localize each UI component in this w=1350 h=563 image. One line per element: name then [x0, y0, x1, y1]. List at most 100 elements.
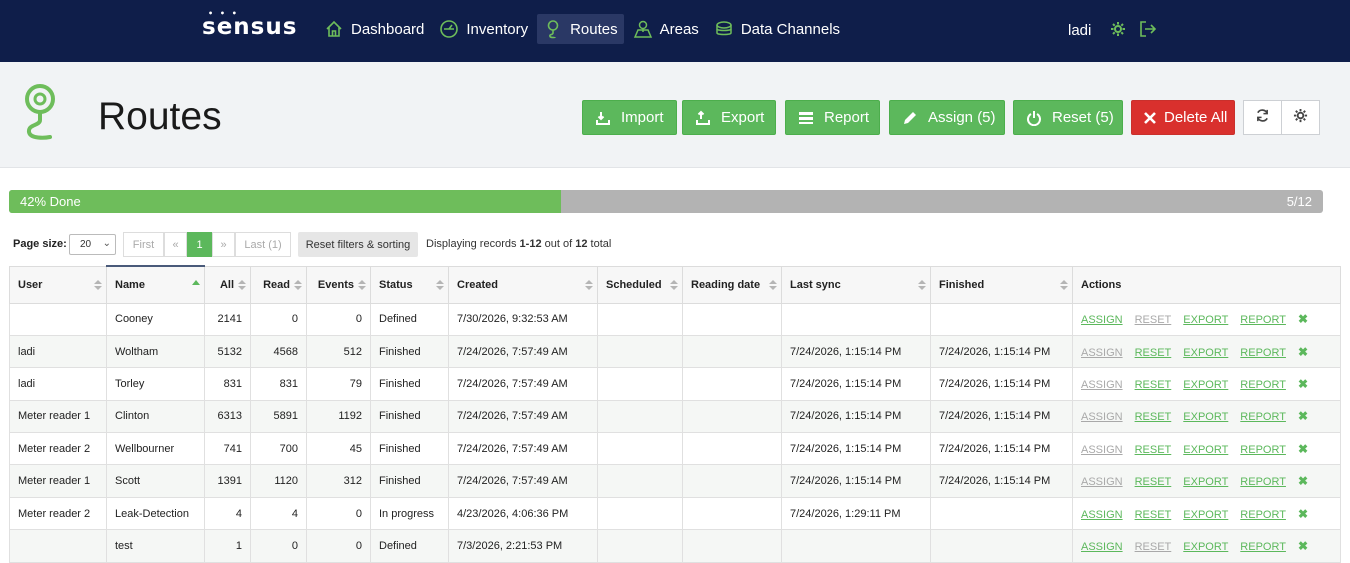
- table-row[interactable]: Meter reader 1 Scott 1391 1120 312 Finished 7/…: [9, 464, 1341, 498]
- sort-icon[interactable]: [769, 279, 777, 291]
- export-link[interactable]: EXPORT: [1183, 411, 1228, 423]
- reset-link[interactable]: RESET: [1135, 314, 1172, 326]
- sort-icon[interactable]: [294, 279, 302, 291]
- column-header-all[interactable]: All: [204, 265, 251, 304]
- export-button[interactable]: Export: [682, 100, 776, 135]
- table-row[interactable]: ladi Torley 831 831 79 Finished 7/24/2026, 7:5…: [9, 367, 1341, 401]
- column-header-scheduled[interactable]: Scheduled: [597, 265, 683, 304]
- sort-icon[interactable]: [358, 279, 366, 291]
- assign-link[interactable]: ASSIGN: [1081, 476, 1123, 488]
- column-header-read[interactable]: Read: [250, 265, 307, 304]
- nav-routes[interactable]: Routes: [537, 14, 624, 44]
- current-page-button[interactable]: 1: [187, 232, 212, 257]
- scheduled-cell: [597, 302, 683, 336]
- delete-row-icon[interactable]: ✖: [1298, 442, 1308, 456]
- table-settings-button[interactable]: [1281, 100, 1320, 135]
- reset-button[interactable]: Reset (5): [1013, 100, 1123, 135]
- delete-row-icon[interactable]: ✖: [1298, 409, 1308, 423]
- page-size-label: Page size:: [13, 238, 67, 250]
- assign-link[interactable]: ASSIGN: [1081, 379, 1123, 391]
- reset-filters-button[interactable]: Reset filters & sorting: [298, 232, 418, 257]
- sort-icon[interactable]: [670, 279, 678, 291]
- close-icon: [1144, 111, 1156, 124]
- report-link[interactable]: REPORT: [1240, 541, 1286, 553]
- delete-row-icon[interactable]: ✖: [1298, 474, 1308, 488]
- table-row[interactable]: Cooney 2141 0 0 Defined 7/30/2026, 9:32:53 AM…: [9, 302, 1341, 336]
- export-link[interactable]: EXPORT: [1183, 444, 1228, 456]
- column-header-events[interactable]: Events: [306, 265, 371, 304]
- table-row[interactable]: Meter reader 1 Clinton 6313 5891 1192 Finishe…: [9, 399, 1341, 434]
- import-button[interactable]: Import: [582, 100, 677, 135]
- reset-link[interactable]: RESET: [1135, 347, 1172, 359]
- nav-inventory[interactable]: Inventory: [433, 14, 534, 44]
- delete-row-icon[interactable]: ✖: [1298, 507, 1308, 521]
- delete-row-icon[interactable]: ✖: [1298, 312, 1308, 326]
- reset-link[interactable]: RESET: [1135, 509, 1172, 521]
- column-header-last-sync[interactable]: Last sync: [781, 265, 931, 304]
- table-row[interactable]: Meter reader 2 Leak-Detection 4 4 0 In progre…: [9, 496, 1341, 531]
- report-link[interactable]: REPORT: [1240, 411, 1286, 423]
- next-page-button[interactable]: »: [212, 232, 235, 257]
- table-row[interactable]: test 1 0 0 Defined 7/3/2026, 2:21:53 PM ASSIGN…: [9, 529, 1341, 563]
- export-link[interactable]: EXPORT: [1183, 509, 1228, 521]
- report-link[interactable]: REPORT: [1240, 347, 1286, 359]
- column-header-label: Name: [115, 278, 145, 291]
- reset-link[interactable]: RESET: [1135, 444, 1172, 456]
- settings-gear-icon[interactable]: [1110, 21, 1126, 37]
- reset-link[interactable]: RESET: [1135, 411, 1172, 423]
- delete-row-icon[interactable]: ✖: [1298, 539, 1308, 553]
- delete-all-button[interactable]: Delete All: [1131, 100, 1235, 135]
- report-link[interactable]: REPORT: [1240, 314, 1286, 326]
- column-header-finished[interactable]: Finished: [930, 265, 1073, 304]
- delete-row-icon[interactable]: ✖: [1298, 377, 1308, 391]
- last-page-button[interactable]: Last (1): [235, 232, 291, 257]
- assign-link[interactable]: ASSIGN: [1081, 411, 1123, 423]
- export-link[interactable]: EXPORT: [1183, 379, 1228, 391]
- column-header-user[interactable]: User: [9, 265, 107, 304]
- column-header-reading-date[interactable]: Reading date: [682, 265, 782, 304]
- nav-areas[interactable]: Areas: [627, 14, 705, 44]
- sort-icon[interactable]: [1060, 279, 1068, 291]
- assign-link[interactable]: ASSIGN: [1081, 347, 1123, 359]
- report-link[interactable]: REPORT: [1240, 444, 1286, 456]
- main-nav: Dashboard Inventory Routes Areas Data Ch…: [318, 14, 849, 44]
- sort-icon[interactable]: [436, 279, 444, 291]
- table-row[interactable]: ladi Woltham 5132 4568 512 Finished 7/24/2026,…: [9, 334, 1341, 369]
- report-button[interactable]: Report: [785, 100, 880, 135]
- sensus-logo[interactable]: • • • sensus: [202, 9, 297, 40]
- user-cell: Meter reader 2: [9, 496, 107, 531]
- export-link[interactable]: EXPORT: [1183, 476, 1228, 488]
- sort-icon[interactable]: [238, 279, 246, 291]
- sort-icon[interactable]: [585, 279, 593, 291]
- report-link[interactable]: REPORT: [1240, 476, 1286, 488]
- table-row[interactable]: Meter reader 2 Wellbourner 741 700 45 Finishe…: [9, 432, 1341, 466]
- sort-icon[interactable]: [918, 279, 926, 291]
- user-name[interactable]: ladi: [1068, 22, 1091, 39]
- nav-data-channels[interactable]: Data Channels: [708, 14, 846, 44]
- page-size-select[interactable]: 20 ⌄: [69, 234, 116, 255]
- delete-row-icon[interactable]: ✖: [1298, 345, 1308, 359]
- export-link[interactable]: EXPORT: [1183, 541, 1228, 553]
- assign-button[interactable]: Assign (5): [889, 100, 1005, 135]
- sort-icon[interactable]: [94, 279, 102, 291]
- reset-link[interactable]: RESET: [1135, 379, 1172, 391]
- prev-page-button[interactable]: «: [164, 232, 187, 257]
- report-link[interactable]: REPORT: [1240, 509, 1286, 521]
- report-link[interactable]: REPORT: [1240, 379, 1286, 391]
- assign-link[interactable]: ASSIGN: [1081, 541, 1123, 553]
- export-link[interactable]: EXPORT: [1183, 347, 1228, 359]
- column-header-created[interactable]: Created: [448, 265, 598, 304]
- column-header-name[interactable]: Name: [106, 265, 205, 304]
- assign-link[interactable]: ASSIGN: [1081, 444, 1123, 456]
- first-page-button[interactable]: First: [123, 232, 164, 257]
- assign-link[interactable]: ASSIGN: [1081, 509, 1123, 521]
- reset-link[interactable]: RESET: [1135, 541, 1172, 553]
- refresh-button[interactable]: [1243, 100, 1282, 135]
- column-header-status[interactable]: Status: [370, 265, 449, 304]
- export-link[interactable]: EXPORT: [1183, 314, 1228, 326]
- sort-ascending-icon[interactable]: [192, 279, 200, 291]
- reset-link[interactable]: RESET: [1135, 476, 1172, 488]
- assign-link[interactable]: ASSIGN: [1081, 314, 1123, 326]
- logout-icon[interactable]: [1138, 19, 1158, 39]
- nav-dashboard[interactable]: Dashboard: [318, 14, 430, 44]
